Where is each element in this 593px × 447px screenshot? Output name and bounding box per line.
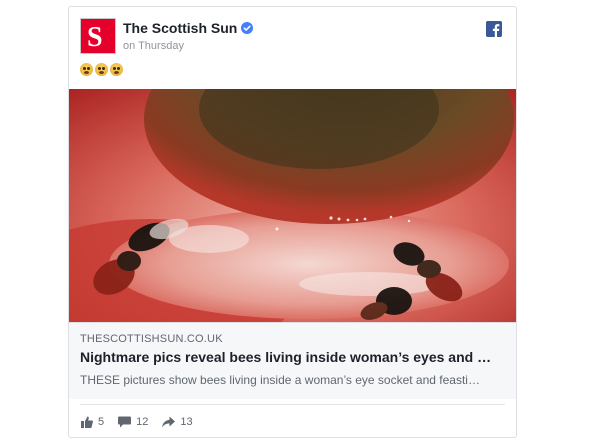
comment-count[interactable]: 12 [118,416,148,428]
facebook-post-card: S The Scottish Sun on Thursday THESCOTTI… [68,6,517,438]
link-preview-image[interactable] [69,89,516,322]
fearful-face-emoji-icon [80,63,93,76]
thumbs-up-icon [81,416,93,428]
fearful-face-emoji-icon [95,63,108,76]
post-text-emoji [80,63,123,81]
post-header: S The Scottish Sun on Thursday [80,18,505,58]
eye-closeup-photo [69,89,516,322]
link-domain: THESCOTTISHSUN.CO.UK [80,333,223,345]
like-count[interactable]: 5 [81,416,104,428]
verified-badge-icon [241,22,254,34]
svg-text:S: S [87,22,103,51]
share-count-value: 13 [180,416,193,428]
link-headline[interactable]: Nightmare pics reveal bees living inside… [80,349,508,365]
comment-icon [118,416,132,428]
share-arrow-icon [162,416,176,428]
link-preview-info[interactable]: THESCOTTISHSUN.CO.UK Nightmare pics reve… [69,322,516,399]
link-description: THESE pictures show bees living inside a… [80,373,480,387]
like-count-value: 5 [98,416,105,428]
comment-count-value: 12 [136,416,149,428]
page-name[interactable]: The Scottish Sun [123,20,254,36]
post-timestamp[interactable]: on Thursday [123,40,184,52]
actions-divider [80,404,505,405]
page-name-label[interactable]: The Scottish Sun [123,20,237,36]
share-count[interactable]: 13 [162,416,193,428]
sun-logo-icon: S [87,22,103,51]
facebook-logo-icon[interactable] [486,21,502,37]
engagement-bar: 5 12 13 [81,414,193,430]
page-avatar[interactable]: S [80,18,116,54]
fearful-face-emoji-icon [110,63,123,76]
